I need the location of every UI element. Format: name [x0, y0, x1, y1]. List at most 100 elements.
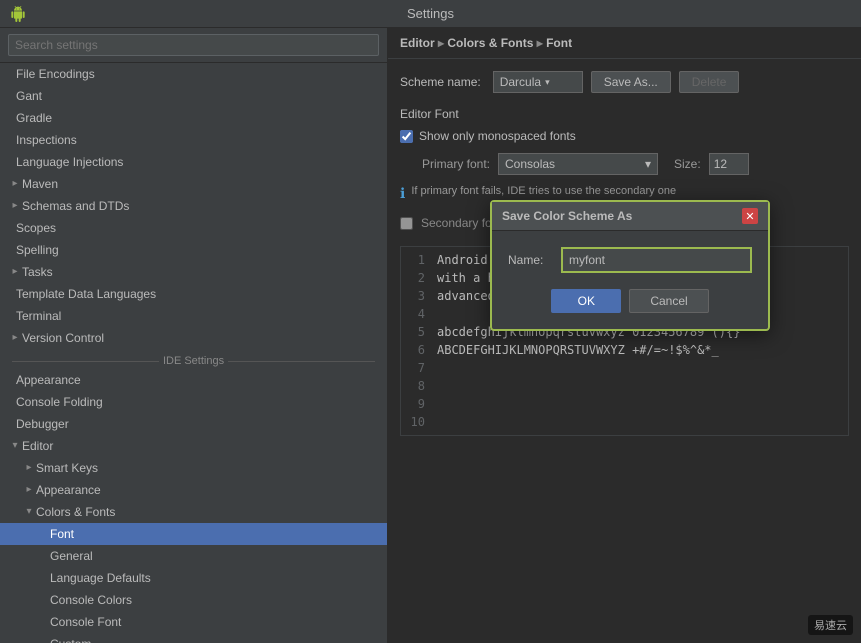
- primary-font-dropdown[interactable]: Consolas ▾: [498, 153, 658, 175]
- line-num-6: 6: [405, 341, 425, 359]
- size-input[interactable]: [709, 153, 749, 175]
- ide-settings-divider: IDE Settings: [0, 349, 387, 369]
- android-icon: [10, 6, 26, 22]
- preview-line-7: 7: [405, 359, 844, 377]
- preview-line-8: 8: [405, 377, 844, 395]
- monospaced-checkbox-row: Show only monospaced fonts: [400, 129, 849, 143]
- sidebar-item-custom[interactable]: Custom: [0, 633, 387, 643]
- sidebar-item-inspections[interactable]: Inspections: [0, 129, 387, 151]
- line-num-8: 8: [405, 377, 425, 395]
- line-num-4: 4: [405, 305, 425, 323]
- sidebar-item-version-control[interactable]: Version Control: [0, 327, 387, 349]
- breadcrumb-font: Font: [546, 36, 572, 50]
- sidebar-item-terminal[interactable]: Terminal: [0, 305, 387, 327]
- sidebar-item-font[interactable]: Font: [0, 523, 387, 545]
- secondary-checkbox[interactable]: [400, 217, 413, 230]
- title-bar: Settings: [0, 0, 861, 28]
- scheme-value: Darcula: [500, 75, 541, 89]
- vc-arrow: [8, 329, 22, 347]
- breadcrumb: Editor ▸ Colors & Fonts ▸ Font: [388, 28, 861, 59]
- watermark-text: 易速云: [814, 620, 847, 632]
- line-num-7: 7: [405, 359, 425, 377]
- search-box[interactable]: [0, 28, 387, 63]
- main-layout: File Encodings Gant Gradle Inspections L…: [0, 28, 861, 643]
- sidebar-item-language-defaults[interactable]: Language Defaults: [0, 567, 387, 589]
- preview-line-9: 9: [405, 395, 844, 413]
- line-num-10: 10: [405, 413, 425, 431]
- dialog-close-button[interactable]: ✕: [742, 208, 758, 224]
- sidebar-item-console-colors[interactable]: Console Colors: [0, 589, 387, 611]
- sidebar-item-file-encodings[interactable]: File Encodings: [0, 63, 387, 85]
- tasks-arrow: [8, 263, 22, 281]
- monospaced-checkbox[interactable]: [400, 130, 413, 143]
- dialog-field-row: Name:: [508, 247, 752, 273]
- sidebar-item-console-folding[interactable]: Console Folding: [0, 391, 387, 413]
- dialog-buttons: OK Cancel: [508, 289, 752, 313]
- line-num-3: 3: [405, 287, 425, 305]
- primary-font-value: Consolas: [505, 157, 555, 171]
- sidebar-item-gant[interactable]: Gant: [0, 85, 387, 107]
- sidebar-item-general[interactable]: General: [0, 545, 387, 567]
- line-num-1: 1: [405, 251, 425, 269]
- code-text-6: ABCDEFGHIJKLMNOPQRSTUVWXYZ +#/=~!$%^&*_: [437, 341, 719, 359]
- sidebar-item-editor[interactable]: Editor: [0, 435, 387, 457]
- maven-arrow: [8, 175, 22, 193]
- sidebar-item-gradle[interactable]: Gradle: [0, 107, 387, 129]
- scheme-label: Scheme name:: [400, 75, 481, 89]
- preview-line-6: 6 ABCDEFGHIJKLMNOPQRSTUVWXYZ +#/=~!$%^&*…: [405, 341, 844, 359]
- primary-font-row: Primary font: Consolas ▾ Size:: [400, 153, 849, 175]
- delete-button[interactable]: Delete: [679, 71, 740, 93]
- sidebar-item-appearance-sub[interactable]: Appearance: [0, 479, 387, 501]
- dialog-name-label: Name:: [508, 253, 553, 267]
- line-num-5: 5: [405, 323, 425, 341]
- content-panel: Editor ▸ Colors & Fonts ▸ Font Scheme na…: [388, 28, 861, 643]
- appearance-sub-arrow: [22, 481, 36, 499]
- breadcrumb-editor: Editor: [400, 36, 435, 50]
- sidebar-item-smart-keys[interactable]: Smart Keys: [0, 457, 387, 479]
- dialog-ok-button[interactable]: OK: [551, 289, 621, 313]
- sidebar-item-language-injections[interactable]: Language Injections: [0, 151, 387, 173]
- sidebar: File Encodings Gant Gradle Inspections L…: [0, 28, 388, 643]
- schemas-arrow: [8, 197, 22, 215]
- dialog-title-bar: Save Color Scheme As ✕: [492, 202, 768, 231]
- dialog-title-text: Save Color Scheme As: [502, 209, 632, 223]
- window-title: Settings: [407, 6, 454, 21]
- sidebar-item-spelling[interactable]: Spelling: [0, 239, 387, 261]
- search-input[interactable]: [8, 34, 379, 56]
- sidebar-item-template-langs[interactable]: Template Data Languages: [0, 283, 387, 305]
- save-as-button[interactable]: Save As...: [591, 71, 671, 93]
- preview-line-10: 10: [405, 413, 844, 431]
- sidebar-item-maven[interactable]: Maven: [0, 173, 387, 195]
- dialog-content: Name: OK Cancel: [492, 231, 768, 329]
- save-color-scheme-dialog: Save Color Scheme As ✕ Name: OK Cancel: [490, 200, 770, 331]
- line-num-2: 2: [405, 269, 425, 287]
- breadcrumb-sep-1: ▸: [438, 36, 447, 50]
- editor-font-section-title: Editor Font: [400, 107, 849, 121]
- scheme-row: Scheme name: Darcula ▾ Save As... Delete: [400, 71, 849, 93]
- editor-arrow: [8, 437, 22, 455]
- scheme-dropdown-arrow: ▾: [545, 77, 550, 88]
- breadcrumb-sep-2: ▸: [537, 36, 546, 50]
- content-body: Scheme name: Darcula ▾ Save As... Delete…: [388, 59, 861, 643]
- info-text: If primary font fails, IDE tries to use …: [411, 185, 676, 197]
- line-num-9: 9: [405, 395, 425, 413]
- sidebar-item-tasks[interactable]: Tasks: [0, 261, 387, 283]
- sidebar-item-schemas[interactable]: Schemas and DTDs: [0, 195, 387, 217]
- info-icon: ℹ: [400, 185, 405, 202]
- sidebar-item-console-font[interactable]: Console Font: [0, 611, 387, 633]
- watermark: 易速云: [808, 615, 853, 635]
- size-label: Size:: [674, 157, 701, 171]
- sidebar-item-appearance[interactable]: Appearance: [0, 369, 387, 391]
- monospaced-label[interactable]: Show only monospaced fonts: [419, 129, 576, 143]
- scheme-dropdown[interactable]: Darcula ▾: [493, 71, 583, 93]
- primary-font-arrow: ▾: [645, 157, 651, 171]
- sidebar-item-debugger[interactable]: Debugger: [0, 413, 387, 435]
- smart-keys-arrow: [22, 459, 36, 477]
- dialog-cancel-button[interactable]: Cancel: [629, 289, 708, 313]
- primary-font-label: Primary font:: [400, 157, 490, 171]
- dialog-name-input[interactable]: [561, 247, 752, 273]
- colors-fonts-arrow: [22, 503, 36, 521]
- sidebar-item-colors-fonts[interactable]: Colors & Fonts: [0, 501, 387, 523]
- sidebar-item-scopes[interactable]: Scopes: [0, 217, 387, 239]
- breadcrumb-colors-fonts: Colors & Fonts: [447, 36, 533, 50]
